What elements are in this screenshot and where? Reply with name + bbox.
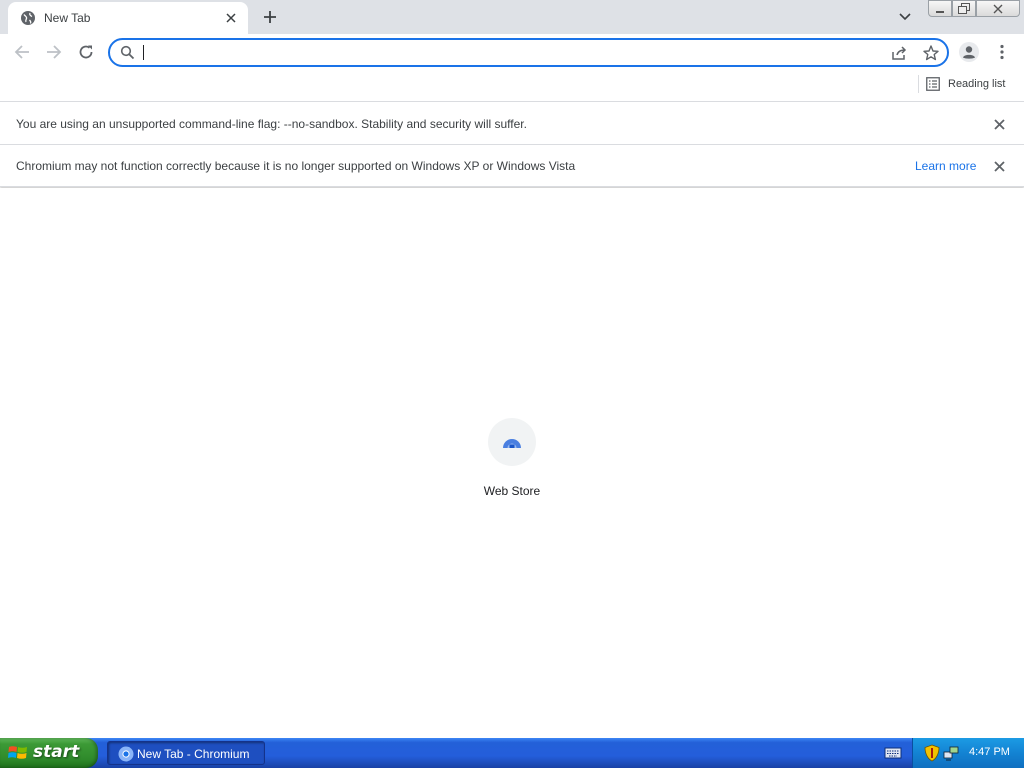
new-tab-plus-icon[interactable]	[258, 6, 282, 28]
address-input[interactable]	[142, 43, 862, 62]
taskbar-item-chromium[interactable]: New Tab - Chromium	[107, 741, 265, 765]
infobar-close-icon[interactable]	[991, 158, 1007, 174]
bookmark-star-icon[interactable]	[922, 44, 940, 62]
profile-avatar-icon[interactable]	[957, 40, 981, 64]
network-icon[interactable]	[943, 744, 959, 762]
reload-icon[interactable]	[74, 40, 98, 64]
tab-close-icon[interactable]	[222, 9, 240, 27]
security-shield-icon[interactable]	[924, 744, 940, 762]
clock: 4:47 PM	[969, 746, 1010, 758]
address-bar[interactable]	[108, 38, 949, 67]
windows-flag-icon	[8, 746, 27, 759]
bookmark-separator	[918, 75, 919, 93]
infobar-close-icon[interactable]	[991, 116, 1007, 132]
restore-window-icon[interactable]	[952, 0, 976, 17]
infobar-os-unsupported: Chromium may not function correctly beca…	[0, 145, 1024, 187]
infobar-sandbox-warning: You are using an unsupported command-lin…	[0, 103, 1024, 145]
share-icon[interactable]	[890, 44, 908, 62]
tab-search-chevron-icon[interactable]	[894, 8, 916, 26]
start-button[interactable]: start	[0, 738, 98, 768]
shortcut-icon-circle	[488, 418, 536, 466]
infobar-message: You are using an unsupported command-lin…	[16, 117, 527, 131]
keyboard-language-icon[interactable]	[884, 745, 902, 761]
bookmark-bar: Reading list	[0, 70, 1024, 102]
taskbar-item-label: New Tab - Chromium	[137, 747, 250, 761]
start-label: start	[33, 742, 80, 762]
new-tab-page: Web Store	[0, 188, 1024, 738]
shortcut-label: Web Store	[483, 484, 541, 498]
tab-strip: New Tab	[0, 0, 1024, 34]
reading-list-button[interactable]: Reading list	[926, 74, 1005, 94]
toolbar	[0, 34, 1024, 70]
learn-more-link[interactable]: Learn more	[915, 159, 976, 173]
minimize-window-icon[interactable]	[928, 0, 952, 17]
more-menu-icon[interactable]	[992, 40, 1012, 64]
windows-taskbar: start New Tab - Chromium 4:47 PM	[0, 738, 1024, 768]
text-caret	[143, 45, 144, 60]
forward-arrow-icon[interactable]	[42, 40, 66, 64]
chromium-icon	[118, 746, 134, 762]
shortcut-web-store[interactable]: Web Store	[472, 418, 552, 508]
system-tray: 4:47 PM	[912, 738, 1024, 768]
web-store-icon	[503, 439, 521, 448]
reading-list-icon	[926, 77, 940, 91]
tab-title: New Tab	[44, 11, 91, 25]
search-icon	[120, 45, 135, 60]
back-arrow-icon[interactable]	[10, 40, 34, 64]
tab-new-tab[interactable]: New Tab	[8, 2, 248, 34]
close-window-icon[interactable]	[976, 0, 1020, 17]
reading-list-label: Reading list	[948, 78, 1006, 90]
globe-icon	[21, 11, 35, 25]
infobar-message: Chromium may not function correctly beca…	[16, 159, 576, 173]
